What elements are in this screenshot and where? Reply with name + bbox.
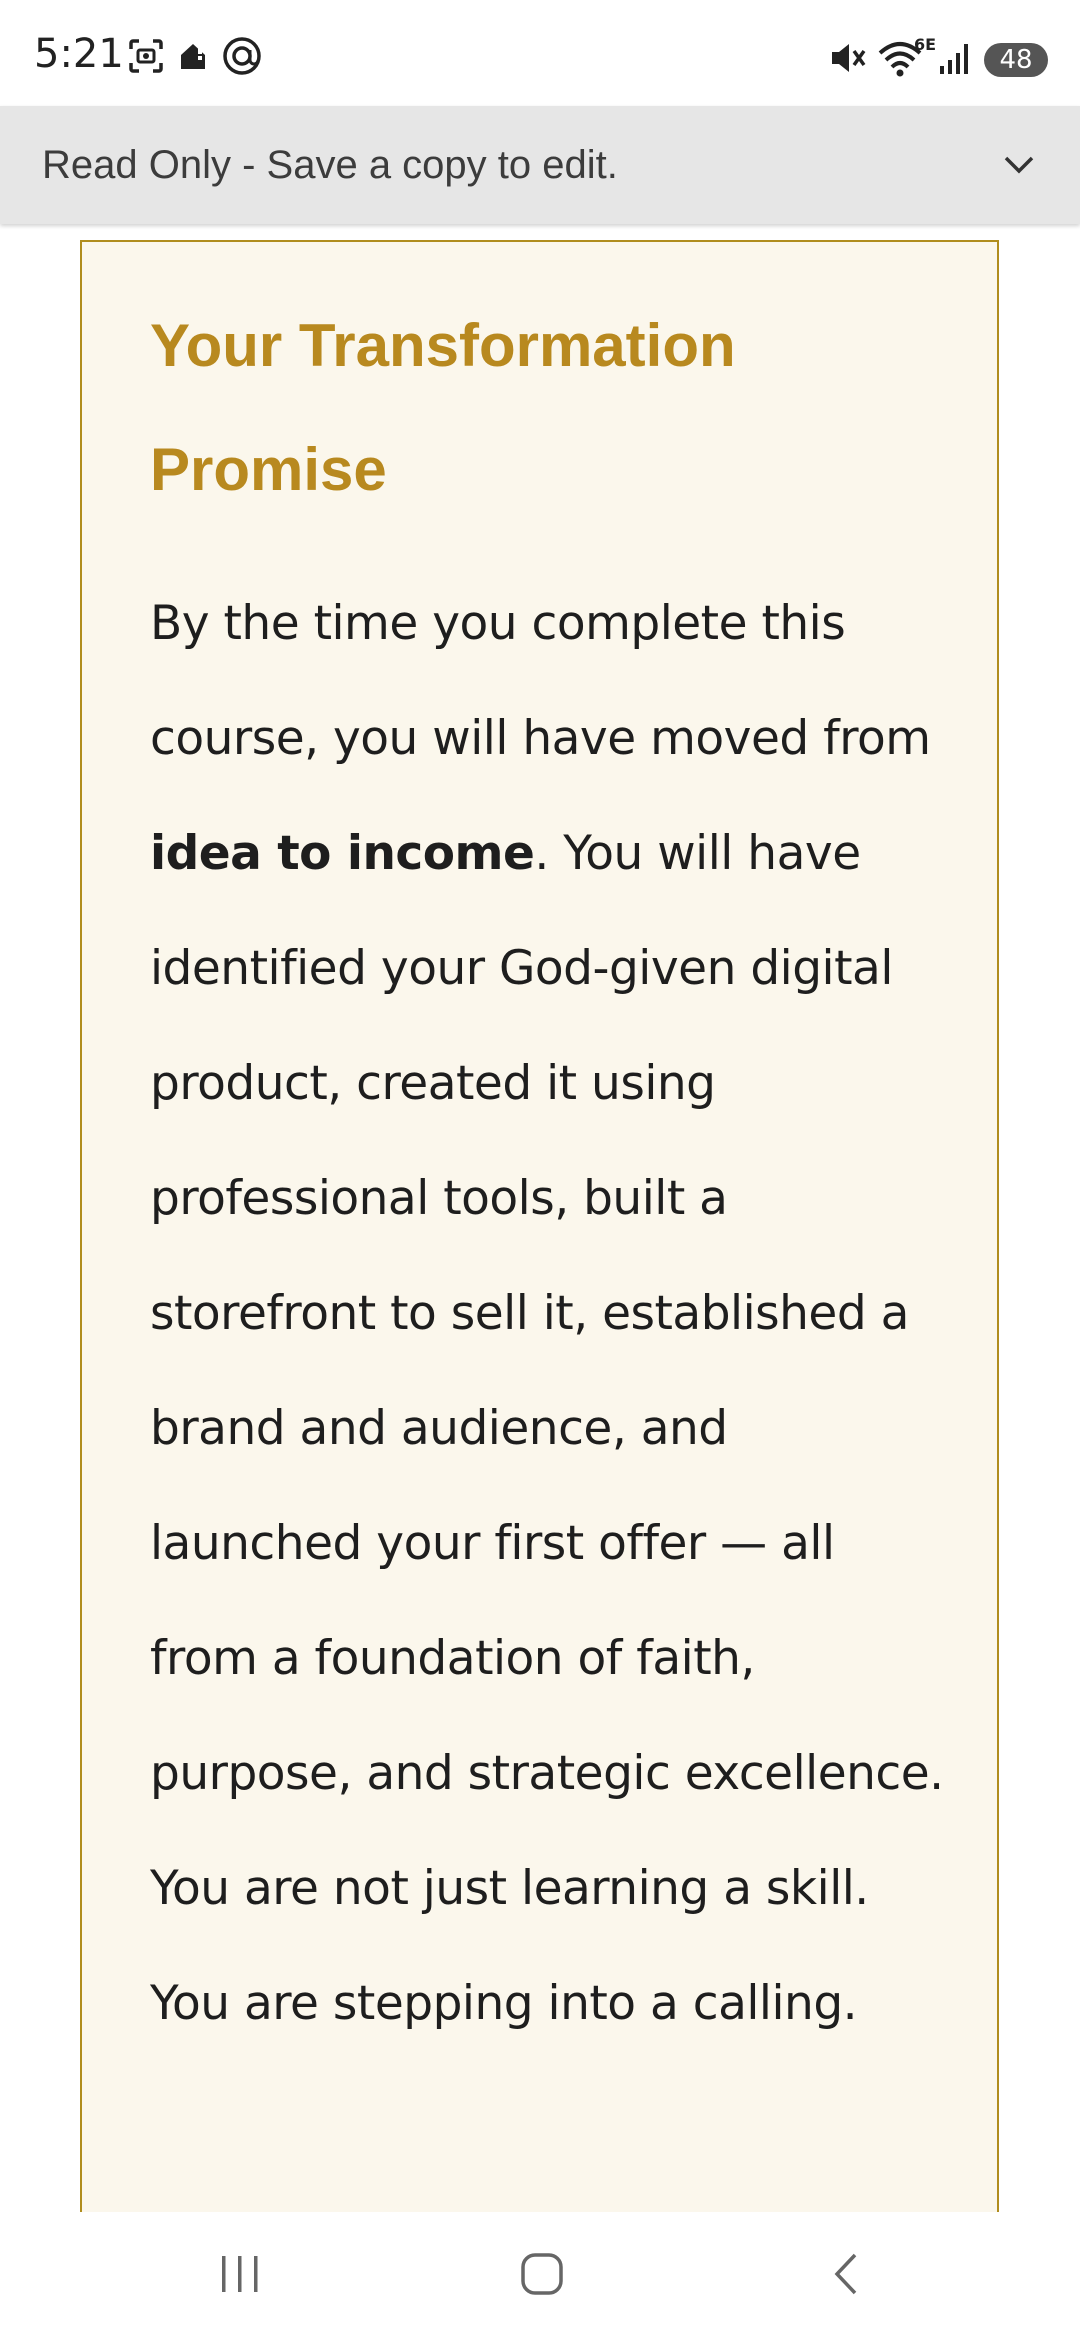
read-only-message: Read Only - Save a copy to edit. <box>42 143 618 187</box>
signal-icon <box>938 40 974 81</box>
screen: 5:21 6E 48 Read Only - Save a copy to ed… <box>0 0 1080 2340</box>
chevron-down-icon[interactable] <box>1002 150 1036 180</box>
promise-heading: Your Transformation Promise <box>150 312 736 503</box>
home-button[interactable] <box>502 2240 582 2312</box>
status-time: 5:21 <box>34 31 124 77</box>
status-bar: 5:21 6E 48 <box>0 0 1080 106</box>
navigation-bar <box>0 2212 1080 2340</box>
status-left-icons <box>128 36 262 81</box>
promise-text-bold: idea to income <box>150 826 535 881</box>
status-right-icons: 6E 48 <box>828 35 1048 82</box>
at-sign-icon <box>222 36 262 81</box>
network-type-label: 6E <box>913 35 936 54</box>
back-button[interactable] <box>806 2240 886 2312</box>
mute-icon <box>828 39 868 82</box>
document-view[interactable]: Your Transformation Promise By the time … <box>0 224 1080 2212</box>
home-icon <box>519 2251 565 2302</box>
battery-indicator: 48 <box>984 43 1048 77</box>
transformation-promise-box: Your Transformation Promise By the time … <box>80 240 999 2212</box>
promise-paragraph: By the time you complete this course, yo… <box>150 566 950 2061</box>
back-icon <box>829 2251 863 2302</box>
screenshot-icon <box>128 38 164 79</box>
read-only-banner[interactable]: Read Only - Save a copy to edit. <box>0 106 1080 224</box>
home-alert-icon <box>178 40 208 77</box>
wifi-icon: 6E <box>878 35 936 79</box>
promise-text-rest: . You will have identified your God-give… <box>150 826 944 2031</box>
recents-button[interactable] <box>200 2240 280 2312</box>
promise-text-intro: By the time you complete this course, yo… <box>150 596 931 766</box>
recents-icon <box>218 2254 262 2299</box>
